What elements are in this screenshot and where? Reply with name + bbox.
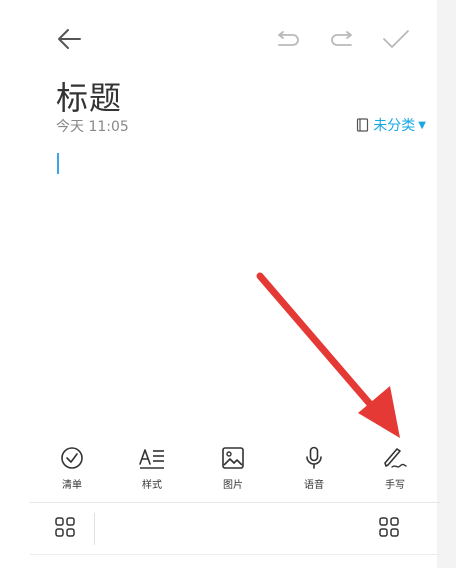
grid-icon[interactable] [55, 517, 75, 537]
toolbar-image-button[interactable]: 图片 [203, 446, 263, 491]
handwriting-icon [384, 448, 407, 468]
toolbar-handwriting-label: 手写 [385, 480, 405, 491]
chevron-down-icon: ▼ [418, 119, 426, 131]
grid-icon[interactable] [379, 517, 399, 537]
toolbar-handwriting-button[interactable]: 手写 [365, 446, 425, 491]
redo-icon[interactable] [330, 30, 354, 48]
notebook-icon [357, 118, 369, 132]
editor-toolbar: 清单 样式 图片 语音 手写 [0, 446, 437, 502]
toolbar-style-button[interactable]: 样式 [122, 446, 182, 491]
toolbar-image-label: 图片 [223, 480, 243, 491]
undo-icon[interactable] [276, 30, 300, 48]
image-icon [222, 447, 244, 469]
annotation-red-arrow [256, 272, 400, 438]
bottom-divider [30, 554, 440, 555]
toolbar-style-label: 样式 [142, 480, 162, 491]
note-title[interactable]: 标题 [56, 73, 122, 119]
right-edge-strip [437, 0, 456, 568]
checklist-icon [61, 447, 83, 469]
toolbar-checklist-button[interactable]: 清单 [42, 446, 102, 491]
microphone-icon [306, 446, 322, 469]
bottom-bar-divider [94, 513, 95, 545]
toolbar-voice-label: 语音 [304, 480, 324, 491]
text-style-icon [139, 449, 164, 469]
confirm-check-icon[interactable] [382, 28, 410, 50]
bottom-bar [0, 503, 437, 555]
toolbar-checklist-label: 清单 [62, 480, 82, 491]
text-cursor [57, 153, 59, 174]
category-label: 未分类 [373, 118, 416, 134]
note-date: 今天 11:05 [56, 119, 129, 135]
back-arrow-icon[interactable] [56, 26, 82, 52]
category-selector[interactable]: 未分类 ▼ [356, 115, 426, 135]
top-bar [0, 0, 437, 80]
toolbar-voice-button[interactable]: 语音 [284, 446, 344, 491]
